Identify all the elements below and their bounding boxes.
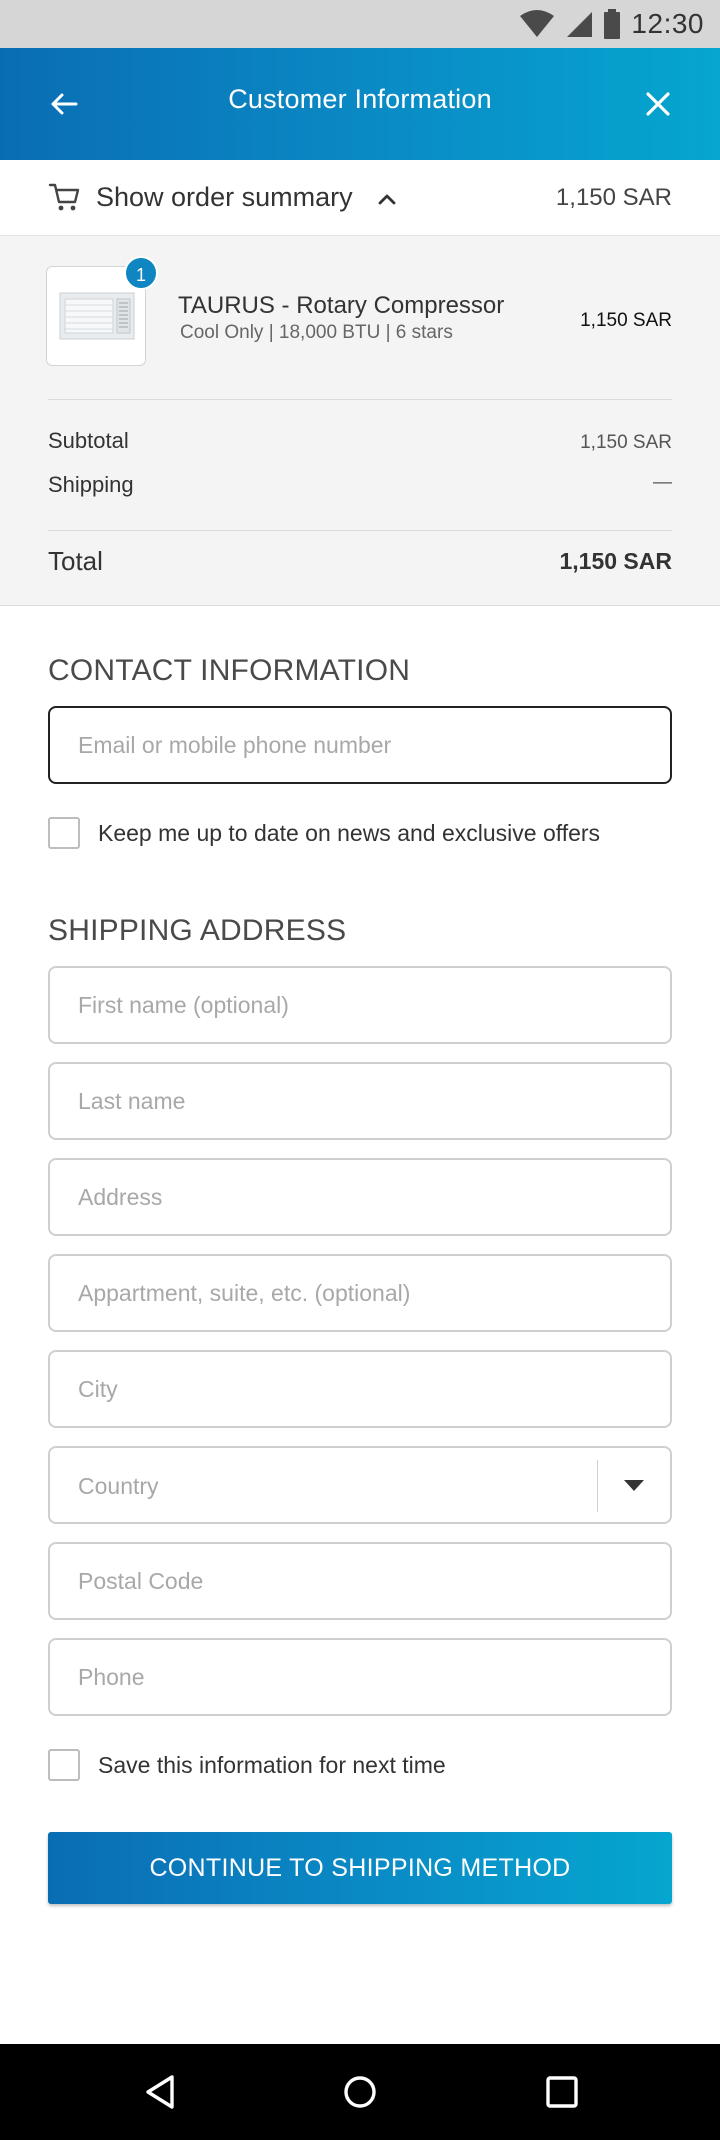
total-label: Total [48, 546, 103, 576]
newsletter-checkbox-row[interactable]: Keep me up to date on news and exclusive… [48, 816, 600, 850]
shipping-label: Shipping [48, 472, 134, 497]
city-field[interactable] [48, 1350, 672, 1428]
subtotal-value: 1,150 SAR [580, 432, 672, 453]
page-title: Customer Information [228, 84, 492, 114]
country-select-value: Country [78, 1473, 159, 1499]
contact-section-title: CONTACT INFORMATION [48, 654, 411, 687]
cart-icon [48, 183, 80, 211]
nav-home-icon[interactable] [340, 2072, 380, 2112]
order-summary-amount: 1,150 SAR [555, 184, 672, 211]
battery-icon [604, 9, 621, 39]
status-time: 12:30 [631, 8, 704, 39]
air-conditioner-image [59, 292, 135, 340]
newsletter-label: Keep me up to date on news and exclusive… [98, 819, 601, 846]
product-name: TAURUS - Rotary Compressor [178, 292, 505, 319]
total-value: 1,150 SAR [559, 548, 672, 574]
nav-recents-icon[interactable] [542, 2072, 582, 2112]
system-nav-bar [0, 2044, 720, 2140]
shipping-section-title: SHIPPING ADDRESS [48, 914, 347, 947]
postal-code-field[interactable] [48, 1542, 672, 1620]
address-field[interactable] [48, 1158, 672, 1236]
quantity-badge: 1 [124, 256, 158, 290]
continue-to-shipping-button[interactable]: CONTINUE TO SHIPPING METHOD [48, 1832, 672, 1904]
save-info-checkbox[interactable] [48, 1749, 80, 1781]
shipping-value: — [653, 472, 672, 493]
nav-back-icon[interactable] [140, 2072, 180, 2112]
order-summary-toggle[interactable]: Show order summary 1,150 SAR [0, 160, 720, 236]
chevron-up-icon [378, 194, 396, 205]
divider [48, 530, 672, 531]
order-summary-panel: 1 TAURUS - Rotary Compressor Cool Only |… [0, 236, 720, 606]
status-icons: 12:30 [519, 0, 704, 48]
app-bar: Customer Information [0, 48, 720, 160]
product-price: 1,150 SAR [580, 310, 672, 331]
divider [48, 399, 672, 400]
save-info-label: Save this information for next time [98, 1751, 446, 1778]
last-name-field[interactable] [48, 1062, 672, 1140]
newsletter-checkbox[interactable] [48, 817, 80, 849]
first-name-field[interactable] [48, 966, 672, 1044]
product-meta: Cool Only | 18,000 BTU | 6 stars [180, 322, 453, 343]
country-select[interactable]: Country [48, 1446, 672, 1524]
save-info-checkbox-row[interactable]: Save this information for next time [48, 1748, 446, 1782]
close-icon[interactable] [638, 84, 678, 124]
status-bar: 12:30 [0, 0, 720, 48]
phone-field[interactable] [48, 1638, 672, 1716]
email-field[interactable] [48, 706, 672, 784]
signal-icon [567, 12, 593, 37]
select-divider [597, 1460, 598, 1512]
subtotal-label: Subtotal [48, 428, 129, 453]
order-summary-label: Show order summary [96, 182, 353, 212]
wifi-icon [520, 10, 555, 37]
caret-down-icon [624, 1480, 644, 1491]
apartment-field[interactable] [48, 1254, 672, 1332]
